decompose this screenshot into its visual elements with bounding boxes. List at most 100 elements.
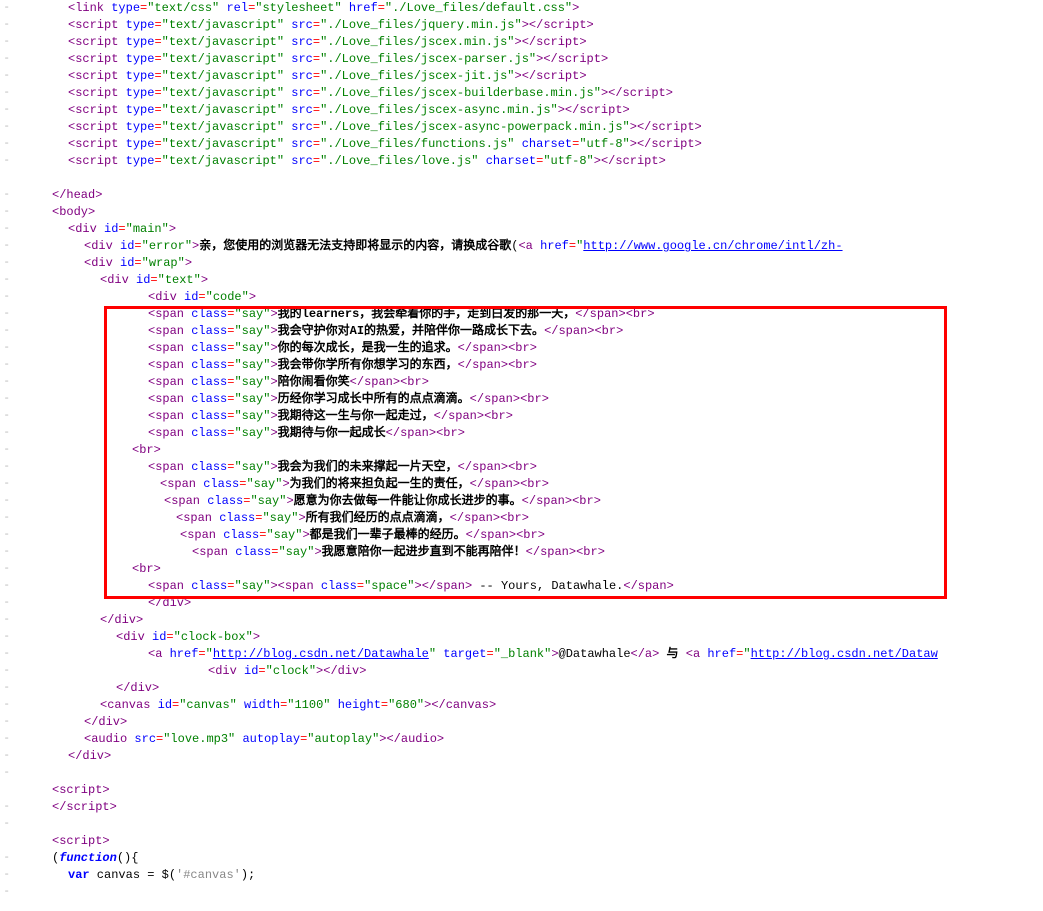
code-line[interactable]: <span class="say">都是我们一辈子最棒的经历。</span><b… bbox=[12, 527, 1043, 544]
gutter-dash: - bbox=[0, 34, 12, 51]
code-line[interactable]: </div> bbox=[12, 680, 1043, 697]
gutter-dash: - bbox=[0, 136, 12, 153]
gutter-dash: - bbox=[0, 680, 12, 697]
code-line[interactable]: <div id="clock"></div> bbox=[12, 663, 1043, 680]
code-line[interactable]: <canvas id="canvas" width="1100" height=… bbox=[12, 697, 1043, 714]
gutter-dash: - bbox=[0, 731, 12, 748]
gutter-dash: - bbox=[0, 595, 12, 612]
code-line[interactable]: <body> bbox=[12, 204, 1043, 221]
code-line[interactable]: <div id="code"> bbox=[12, 289, 1043, 306]
gutter-dash: - bbox=[0, 629, 12, 646]
code-line[interactable]: <span class="say">我会为我们的未来撑起一片天空，</span>… bbox=[12, 459, 1043, 476]
gutter-empty bbox=[0, 833, 12, 850]
gutter-dash: - bbox=[0, 391, 12, 408]
code-line[interactable]: </div> bbox=[12, 595, 1043, 612]
gutter-dash: - bbox=[0, 765, 12, 782]
code-line[interactable]: <div id="text"> bbox=[12, 272, 1043, 289]
code-line[interactable]: </script> bbox=[12, 799, 1043, 816]
code-line[interactable]: (function(){ bbox=[12, 850, 1043, 867]
code-line[interactable]: <div id="clock-box"> bbox=[12, 629, 1043, 646]
code-line[interactable]: <link type="text/css" rel="stylesheet" h… bbox=[12, 0, 1043, 17]
code-line[interactable]: <script type="text/javascript" src="./Lo… bbox=[12, 34, 1043, 51]
gutter-dash: - bbox=[0, 374, 12, 391]
code-line[interactable]: <a href="http://blog.csdn.net/Datawhale"… bbox=[12, 646, 1043, 663]
gutter-dash: - bbox=[0, 646, 12, 663]
code-line[interactable]: <script type="text/javascript" src="./Lo… bbox=[12, 51, 1043, 68]
code-line[interactable]: <span class="say">你的每次成长，是我一生的追求。</span>… bbox=[12, 340, 1043, 357]
code-line[interactable]: <span class="say">我会守护你对AI的热爱，并陪伴你一路成长下去… bbox=[12, 323, 1043, 340]
code-line[interactable]: <script> bbox=[12, 782, 1043, 799]
code-line[interactable]: <span class="say">陪你闹看你笑</span><br> bbox=[12, 374, 1043, 391]
code-line[interactable] bbox=[12, 816, 1043, 833]
gutter-dash: - bbox=[0, 493, 12, 510]
code-area[interactable]: <link type="text/css" rel="stylesheet" h… bbox=[12, 0, 1043, 911]
code-line[interactable]: <span class="say">我愿意陪你一起进步直到不能再陪伴！</spa… bbox=[12, 544, 1043, 561]
gutter-dash: - bbox=[0, 799, 12, 816]
gutter-dash: - bbox=[0, 850, 12, 867]
gutter-dash: - bbox=[0, 425, 12, 442]
code-line[interactable]: <script type="text/javascript" src="./Lo… bbox=[12, 119, 1043, 136]
gutter-dash: - bbox=[0, 272, 12, 289]
code-line[interactable]: <div id="wrap"> bbox=[12, 255, 1043, 272]
gutter-dash: - bbox=[0, 612, 12, 629]
gutter-dash: - bbox=[0, 187, 12, 204]
code-line[interactable]: </div> bbox=[12, 612, 1043, 629]
code-line[interactable]: <script type="text/javascript" src="./Lo… bbox=[12, 102, 1043, 119]
gutter-dash: - bbox=[0, 697, 12, 714]
gutter-dash: - bbox=[0, 153, 12, 170]
gutter-dash: - bbox=[0, 0, 12, 17]
gutter-dash: - bbox=[0, 663, 12, 680]
code-line[interactable]: <div id="main"> bbox=[12, 221, 1043, 238]
gutter-dash: - bbox=[0, 748, 12, 765]
code-line[interactable]: <span class="say">为我们的将来担负起一生的责任，</span>… bbox=[12, 476, 1043, 493]
gutter-dash: - bbox=[0, 323, 12, 340]
gutter-dash: - bbox=[0, 357, 12, 374]
code-line[interactable]: <span class="say">我的learners，我会牵着你的手，走到白… bbox=[12, 306, 1043, 323]
gutter-dash: - bbox=[0, 306, 12, 323]
gutter-empty bbox=[0, 782, 12, 799]
gutter-dash: - bbox=[0, 714, 12, 731]
code-line[interactable]: <div id="error">亲，您使用的浏览器无法支持即将显示的内容，请换成… bbox=[12, 238, 1043, 255]
gutter-dash: - bbox=[0, 442, 12, 459]
gutter-dash: - bbox=[0, 119, 12, 136]
code-line[interactable]: <script> bbox=[12, 833, 1043, 850]
code-line[interactable]: <span class="say">我期待与你一起成长</span><br> bbox=[12, 425, 1043, 442]
gutter-dash: - bbox=[0, 289, 12, 306]
code-line[interactable]: </div> bbox=[12, 714, 1043, 731]
code-line[interactable]: <audio src="love.mp3" autoplay="autoplay… bbox=[12, 731, 1043, 748]
gutter-dash: - bbox=[0, 561, 12, 578]
code-line[interactable]: <script type="text/javascript" src="./Lo… bbox=[12, 68, 1043, 85]
code-line[interactable]: <span class="say">所有我们经历的点点滴滴，</span><br… bbox=[12, 510, 1043, 527]
gutter-dash: - bbox=[0, 340, 12, 357]
gutter-dash: - bbox=[0, 221, 12, 238]
code-line[interactable]: <span class="say"><span class="space"></… bbox=[12, 578, 1043, 595]
code-line[interactable]: <script type="text/javascript" src="./Lo… bbox=[12, 136, 1043, 153]
gutter-dash: - bbox=[0, 816, 12, 833]
gutter-dash: - bbox=[0, 578, 12, 595]
code-line[interactable]: <script type="text/javascript" src="./Lo… bbox=[12, 85, 1043, 102]
gutter-dash: - bbox=[0, 51, 12, 68]
gutter-dash: - bbox=[0, 17, 12, 34]
gutter-dash: - bbox=[0, 544, 12, 561]
gutter-dash: - bbox=[0, 85, 12, 102]
gutter-dash: - bbox=[0, 68, 12, 85]
gutter-dash: - bbox=[0, 527, 12, 544]
code-line[interactable]: var canvas = $('#canvas'); bbox=[12, 867, 1043, 884]
code-line[interactable]: <br> bbox=[12, 442, 1043, 459]
code-line[interactable] bbox=[12, 765, 1043, 782]
code-line[interactable]: <script type="text/javascript" src="./Lo… bbox=[12, 153, 1043, 170]
code-line[interactable]: <span class="say">我期待这一生与你一起走过，</span><b… bbox=[12, 408, 1043, 425]
gutter-dash: - bbox=[0, 255, 12, 272]
code-line[interactable]: <span class="say">历经你学习成长中所有的点点滴滴。</span… bbox=[12, 391, 1043, 408]
code-line[interactable]: <script type="text/javascript" src="./Lo… bbox=[12, 17, 1043, 34]
gutter-dash: - bbox=[0, 476, 12, 493]
code-line[interactable] bbox=[12, 170, 1043, 187]
gutter-dash: - bbox=[0, 884, 12, 901]
gutter-dash: - bbox=[0, 459, 12, 476]
code-line[interactable]: <span class="say">愿意为你去做每一件能让你成长进步的事。</s… bbox=[12, 493, 1043, 510]
code-line[interactable]: </head> bbox=[12, 187, 1043, 204]
code-line[interactable]: </div> bbox=[12, 748, 1043, 765]
code-line[interactable]: <span class="say">我会带你学所有你想学习的东西，</span>… bbox=[12, 357, 1043, 374]
editor-viewport: - - - - - - - - - - - - - - - - - - - - … bbox=[0, 0, 1043, 911]
code-line[interactable]: <br> bbox=[12, 561, 1043, 578]
